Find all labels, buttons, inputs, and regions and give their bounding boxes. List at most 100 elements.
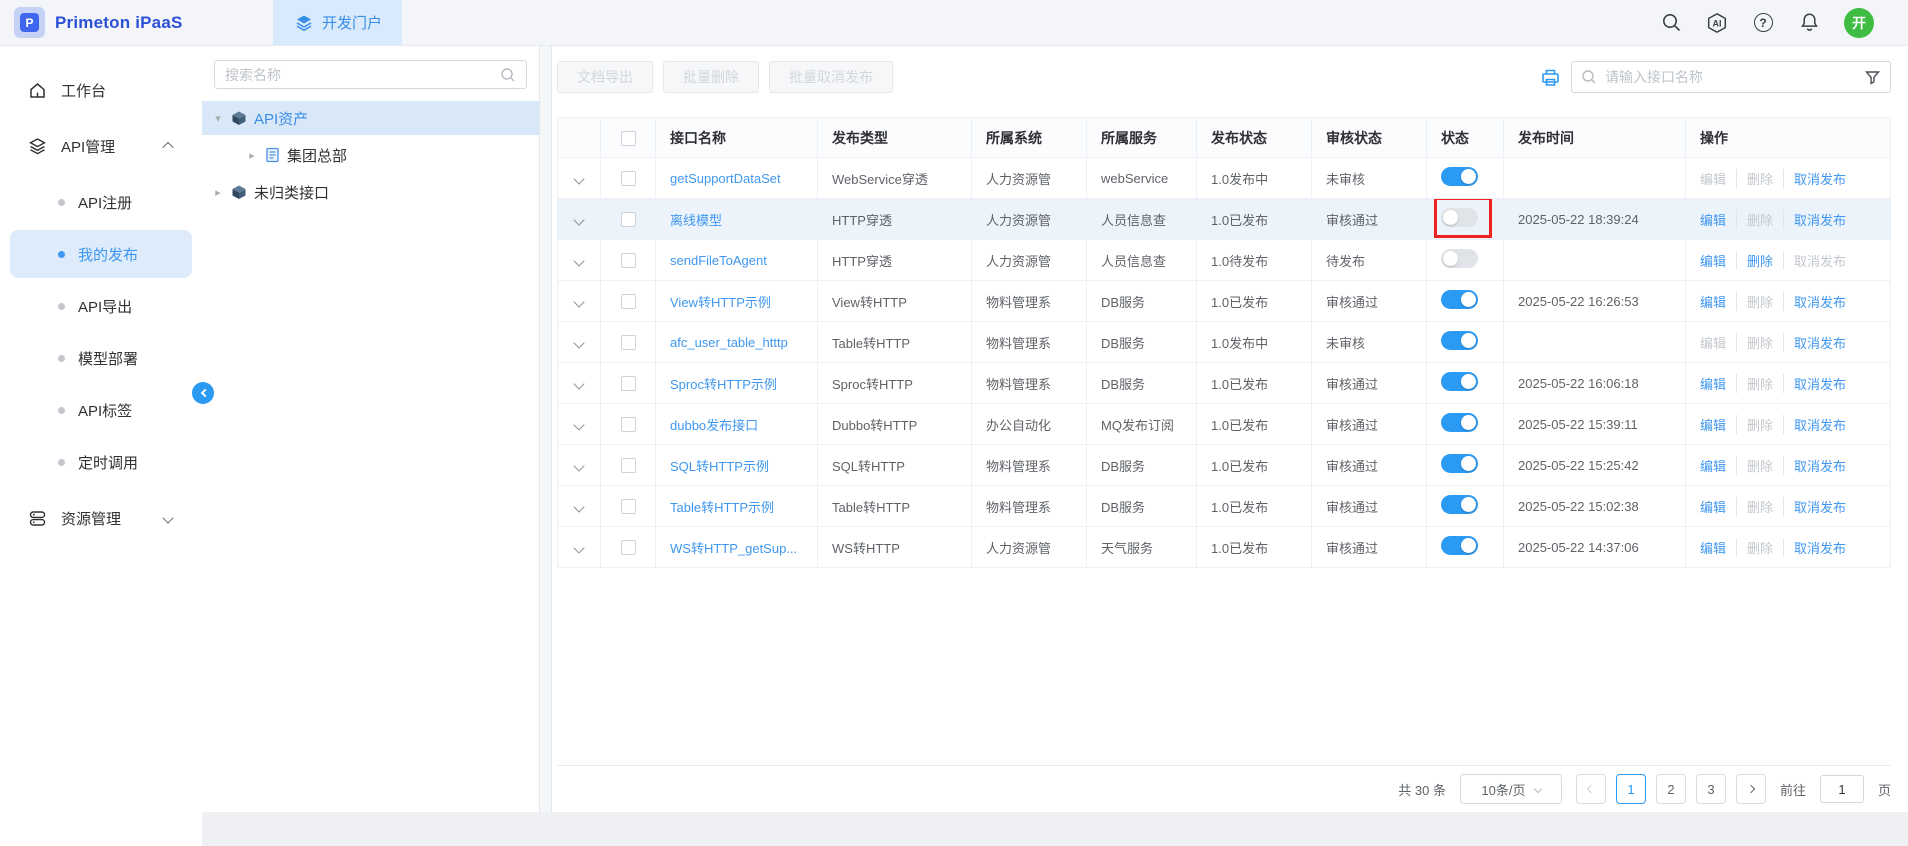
status-toggle[interactable] <box>1441 249 1478 268</box>
tree-node-api-assets[interactable]: ▾ API资产 <box>202 101 539 135</box>
status-toggle[interactable] <box>1441 167 1478 186</box>
status-toggle[interactable] <box>1441 536 1478 555</box>
sidebar-item-workbench[interactable]: 工作台 <box>0 62 202 118</box>
select-all-checkbox[interactable] <box>621 131 636 146</box>
row-expand-chevron[interactable] <box>573 501 584 512</box>
row-checkbox[interactable] <box>621 253 636 268</box>
edit-link[interactable]: 编辑 <box>1700 538 1736 557</box>
row-expand-chevron[interactable] <box>573 173 584 184</box>
unpublish-link[interactable]: 取消发布 <box>1783 497 1856 516</box>
sidebar-item-scheduled-call[interactable]: 定时调用 <box>10 438 192 486</box>
notification-bell-icon[interactable] <box>1798 12 1820 34</box>
unpublish-link[interactable]: 取消发布 <box>1783 210 1856 229</box>
sidebar-item-api-register[interactable]: API注册 <box>10 178 192 226</box>
help-icon[interactable]: ? <box>1752 12 1774 34</box>
user-avatar[interactable]: 开 <box>1844 8 1874 38</box>
row-checkbox[interactable] <box>621 376 636 391</box>
unpublish-link[interactable]: 取消发布 <box>1783 169 1856 188</box>
sidebar-item-my-publish[interactable]: 我的发布 <box>10 230 192 278</box>
next-page-button[interactable] <box>1736 774 1766 804</box>
sidebar-collapse-button[interactable] <box>192 382 214 404</box>
row-checkbox[interactable] <box>621 458 636 473</box>
page-button-3[interactable]: 3 <box>1696 774 1726 804</box>
edit-link[interactable]: 编辑 <box>1700 292 1736 311</box>
edit-link[interactable]: 编辑 <box>1700 497 1736 516</box>
row-expand-chevron[interactable] <box>573 542 584 553</box>
unpublish-link[interactable]: 取消发布 <box>1783 292 1856 311</box>
status-toggle[interactable] <box>1441 372 1478 391</box>
page-size-select[interactable]: 10条/页 <box>1460 774 1562 804</box>
audit-status-cell: 待发布 <box>1312 240 1427 281</box>
unpublish-link[interactable]: 取消发布 <box>1783 415 1856 434</box>
api-name-link[interactable]: afc_user_table_htttp <box>670 335 788 350</box>
api-name-link[interactable]: Sproc转HTTP示例 <box>670 377 777 392</box>
column-header-publish-status: 发布状态 <box>1197 118 1312 158</box>
row-expand-chevron[interactable] <box>573 214 584 225</box>
row-checkbox[interactable] <box>621 212 636 227</box>
tree-search-input[interactable] <box>225 67 492 83</box>
api-search-box[interactable] <box>1571 61 1891 93</box>
row-checkbox[interactable] <box>621 417 636 432</box>
sidebar-item-resource-management[interactable]: 资源管理 <box>0 490 202 546</box>
row-checkbox[interactable] <box>621 499 636 514</box>
api-search-input[interactable] <box>1605 69 1856 85</box>
row-expand-chevron[interactable] <box>573 378 584 389</box>
edit-link[interactable]: 编辑 <box>1700 251 1736 270</box>
row-expand-chevron[interactable] <box>573 460 584 471</box>
row-expand-chevron[interactable] <box>573 337 584 348</box>
unpublish-link[interactable]: 取消发布 <box>1783 333 1856 352</box>
api-name-link[interactable]: getSupportDataSet <box>670 171 781 186</box>
goto-page-input[interactable] <box>1820 775 1864 803</box>
caret-expanded-icon[interactable]: ▾ <box>212 112 224 125</box>
row-expand-chevron[interactable] <box>573 296 584 307</box>
status-toggle[interactable] <box>1441 495 1478 514</box>
api-name-link[interactable]: dubbo发布接口 <box>670 418 758 433</box>
delete-link[interactable]: 删除 <box>1736 251 1783 270</box>
api-name-link[interactable]: Table转HTTP示例 <box>670 500 774 515</box>
unpublish-link[interactable]: 取消发布 <box>1783 456 1856 475</box>
publish-time-cell <box>1504 158 1686 199</box>
api-name-link[interactable]: View转HTTP示例 <box>670 295 771 310</box>
page-button-1[interactable]: 1 <box>1616 774 1646 804</box>
row-checkbox[interactable] <box>621 171 636 186</box>
row-expand-chevron[interactable] <box>573 419 584 430</box>
unpublish-link[interactable]: 取消发布 <box>1783 538 1856 557</box>
export-printer-icon[interactable] <box>1540 67 1561 88</box>
sidebar-item-api-management[interactable]: API管理 <box>0 118 202 174</box>
status-toggle[interactable] <box>1441 454 1478 473</box>
app-window: P Primeton iPaaS 开发门户 AI ? 开 <box>0 0 1908 846</box>
tree-search-box[interactable] <box>214 60 527 89</box>
edit-link[interactable]: 编辑 <box>1700 456 1736 475</box>
api-name-link[interactable]: sendFileToAgent <box>670 253 767 268</box>
tree-node-group-hq[interactable]: ▸ 集团总部 <box>202 138 539 172</box>
table-row: WS转HTTP_getSup... WS转HTTP 人力资源管 天气服务 1.0… <box>558 527 1891 568</box>
caret-collapsed-icon[interactable]: ▸ <box>212 186 224 199</box>
row-checkbox[interactable] <box>621 540 636 555</box>
sidebar-item-api-export[interactable]: API导出 <box>10 282 192 330</box>
status-toggle[interactable] <box>1441 290 1478 309</box>
search-icon[interactable] <box>1660 12 1682 34</box>
sidebar-item-model-deploy[interactable]: 模型部署 <box>10 334 192 382</box>
ai-assistant-icon[interactable]: AI <box>1706 12 1728 34</box>
publish-type-cell: HTTP穿透 <box>818 199 972 240</box>
page-button-2[interactable]: 2 <box>1656 774 1686 804</box>
tab-dev-portal[interactable]: 开发门户 <box>273 0 402 45</box>
row-expand-chevron[interactable] <box>573 255 584 266</box>
status-toggle[interactable] <box>1441 208 1478 227</box>
edit-link[interactable]: 编辑 <box>1700 415 1736 434</box>
edit-link[interactable]: 编辑 <box>1700 374 1736 393</box>
filter-funnel-icon[interactable] <box>1864 69 1881 86</box>
edit-link[interactable]: 编辑 <box>1700 210 1736 229</box>
api-name-link[interactable]: SQL转HTTP示例 <box>670 459 769 474</box>
unpublish-link[interactable]: 取消发布 <box>1783 374 1856 393</box>
api-name-link[interactable]: 离线模型 <box>670 213 722 228</box>
api-name-link[interactable]: WS转HTTP_getSup... <box>670 541 797 556</box>
row-checkbox[interactable] <box>621 294 636 309</box>
status-toggle[interactable] <box>1441 413 1478 432</box>
service-cell: DB服务 <box>1087 363 1197 404</box>
tree-node-uncategorized[interactable]: ▸ 未归类接口 <box>202 175 539 209</box>
sidebar-item-api-tags[interactable]: API标签 <box>10 386 192 434</box>
row-checkbox[interactable] <box>621 335 636 350</box>
status-toggle[interactable] <box>1441 331 1478 350</box>
caret-collapsed-icon[interactable]: ▸ <box>246 149 258 162</box>
